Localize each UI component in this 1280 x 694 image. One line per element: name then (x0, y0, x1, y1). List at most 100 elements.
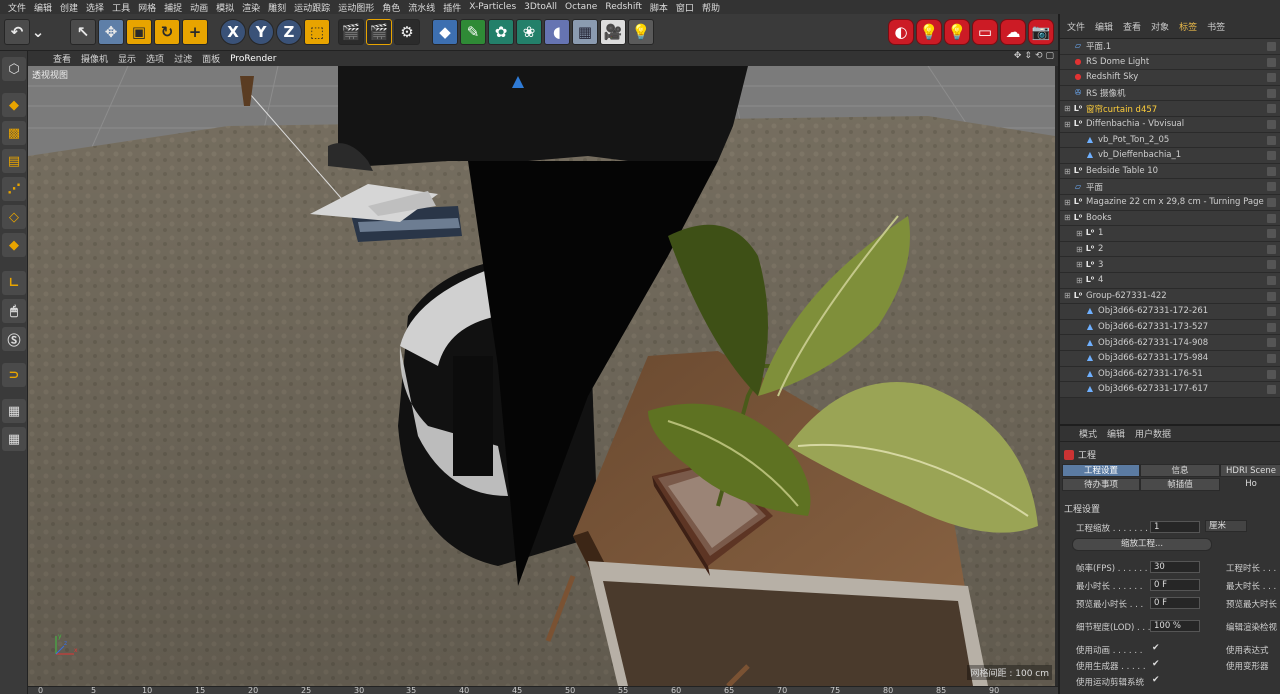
min-length-input[interactable]: 0 F (1150, 579, 1200, 591)
am-menu-edit[interactable]: 编辑 (1102, 427, 1130, 440)
object-name[interactable]: Obj3d66-627331-175-984 (1098, 353, 1208, 363)
expand-toggle-icon[interactable]: ⊞ (1064, 120, 1073, 129)
menu-redshift[interactable]: Redshift (601, 2, 646, 12)
project-scale-unit-select[interactable]: 厘米 (1205, 520, 1247, 532)
menu-character[interactable]: 角色 (378, 1, 404, 14)
object-name[interactable]: Obj3d66-627331-172-261 (1098, 306, 1208, 316)
om-menu-file[interactable]: 文件 (1062, 20, 1090, 33)
tab-frame-interpolation[interactable]: 帧插值 (1140, 478, 1220, 491)
polygons-mode-icon[interactable]: ◆ (2, 233, 26, 257)
object-row[interactable]: ⊞ L⁰ 窗帘curtain d457 (1060, 101, 1280, 117)
viewport-menu-view[interactable]: 查看 (48, 52, 76, 65)
cloner-icon[interactable]: ❀ (516, 19, 542, 45)
select-arrow-icon[interactable]: ↖ (70, 19, 96, 45)
object-name[interactable]: Obj3d66-627331-173-527 (1098, 322, 1208, 332)
expand-toggle-icon[interactable]: ⊞ (1076, 245, 1085, 254)
redshift-ies-light-icon[interactable]: 💡 (944, 19, 970, 45)
tab-hdri-scene[interactable]: HDRI Scene Ho (1220, 464, 1280, 489)
object-name[interactable]: RS Dome Light (1086, 57, 1149, 67)
expand-toggle-icon[interactable]: ⊞ (1064, 291, 1073, 300)
menu-select[interactable]: 选择 (82, 1, 108, 14)
visibility-toggle-icon[interactable] (1267, 229, 1276, 239)
cube-primitive-icon[interactable]: ◆ (432, 19, 458, 45)
visibility-toggle-icon[interactable] (1267, 322, 1276, 332)
visibility-toggle-icon[interactable] (1267, 276, 1276, 285)
visibility-toggle-icon[interactable] (1267, 354, 1276, 363)
menu-tools[interactable]: 工具 (108, 1, 134, 14)
viewport-menu-filter[interactable]: 过滤 (169, 52, 197, 65)
scale-project-button[interactable]: 缩放工程... (1072, 538, 1212, 551)
edges-mode-icon[interactable]: ◇ (2, 205, 26, 229)
object-row[interactable]: ⊞ L⁰ 1 (1060, 226, 1280, 242)
object-name[interactable]: 4 (1098, 275, 1103, 285)
object-row[interactable]: ✇ RS 摄像机 (1060, 85, 1280, 102)
render-to-picture-viewer-icon[interactable]: 🎬 (366, 19, 392, 45)
object-name[interactable]: vb_Pot_Ton_2_05 (1098, 135, 1169, 145)
am-menu-user-data[interactable]: 用户数据 (1130, 427, 1176, 440)
add-object-icon[interactable]: + (182, 19, 208, 45)
object-name[interactable]: Group-627331-422 (1086, 291, 1167, 301)
orbit-icon[interactable]: ⟲ (1035, 51, 1043, 61)
object-row[interactable]: ▲ Obj3d66-627331-174-908 (1060, 335, 1280, 351)
object-row[interactable]: ▲ vb_Pot_Ton_2_05 (1060, 132, 1280, 149)
lock-workplane-icon[interactable]: ▦ (2, 399, 26, 423)
object-row[interactable]: ⊞ L⁰ 2 (1060, 241, 1280, 258)
menu-render[interactable]: 渲染 (238, 1, 264, 14)
floor-icon[interactable]: ▦ (572, 19, 598, 45)
object-row[interactable]: ⊞ L⁰ 4 (1060, 273, 1280, 289)
viewport-menu-options[interactable]: 选项 (141, 52, 169, 65)
visibility-toggle-icon[interactable] (1267, 135, 1276, 145)
visibility-toggle-icon[interactable] (1267, 42, 1276, 51)
object-name[interactable]: Obj3d66-627331-174-908 (1098, 338, 1208, 348)
perspective-viewport[interactable]: 透视视图 x y z 网格间距 : 100 cm (28, 66, 1055, 686)
object-name[interactable]: 平面 (1086, 181, 1103, 193)
project-scale-input[interactable]: 1 (1150, 521, 1200, 533)
visibility-toggle-icon[interactable] (1267, 57, 1276, 67)
visibility-toggle-icon[interactable] (1267, 151, 1276, 161)
object-row[interactable]: ● RS Dome Light (1060, 54, 1280, 71)
menu-x-particles[interactable]: X-Particles (465, 2, 520, 12)
object-row[interactable]: ▱ 平面 (1060, 179, 1280, 195)
menu-mesh[interactable]: 网格 (134, 1, 160, 14)
lod-input[interactable]: 100 % (1150, 620, 1200, 632)
viewport-menu-panel[interactable]: 面板 (197, 52, 225, 65)
expand-toggle-icon[interactable]: ⊞ (1064, 167, 1073, 176)
om-menu-bookmarks[interactable]: 书签 (1202, 20, 1230, 33)
object-name[interactable]: 平面.1 (1086, 40, 1111, 52)
light-icon[interactable]: 💡 (628, 19, 654, 45)
object-row[interactable]: ⊞ L⁰ Books (1060, 210, 1280, 227)
undo-icon[interactable]: ↶ (4, 19, 30, 45)
menu-snap[interactable]: 捕捉 (160, 1, 186, 14)
menu-octane[interactable]: Octane (561, 2, 601, 12)
fps-input[interactable]: 30 (1150, 561, 1200, 573)
object-row[interactable]: ⊞ L⁰ Group-627331-422 (1060, 288, 1280, 305)
menu-3dtoall[interactable]: 3DtoAll (520, 2, 561, 12)
menu-window[interactable]: 窗口 (672, 1, 698, 14)
make-editable-icon[interactable]: ⬡ (2, 57, 26, 81)
menu-file[interactable]: 文件 (4, 1, 30, 14)
menu-help[interactable]: 帮助 (698, 1, 724, 14)
om-menu-view[interactable]: 查看 (1118, 20, 1146, 33)
redshift-dome-light-icon[interactable]: ☁ (1000, 19, 1026, 45)
workplane-icon[interactable]: ▤ (2, 149, 26, 173)
menu-script[interactable]: 脚本 (646, 1, 672, 14)
visibility-toggle-icon[interactable] (1267, 307, 1276, 317)
preview-min-input[interactable]: 0 F (1150, 597, 1200, 609)
visibility-toggle-icon[interactable] (1267, 291, 1276, 301)
pan-icon[interactable]: ✥ (1014, 51, 1022, 61)
object-row[interactable]: ▲ Obj3d66-627331-175-984 (1060, 351, 1280, 367)
subdivision-surface-icon[interactable]: ✿ (488, 19, 514, 45)
visibility-toggle-icon[interactable] (1267, 385, 1276, 395)
object-row[interactable]: ⊞ L⁰ Magazine 22 cm x 29,8 cm - Turning Pa… (1060, 195, 1280, 211)
visibility-toggle-icon[interactable] (1267, 104, 1276, 114)
object-row[interactable]: ● Redshift Sky (1060, 70, 1280, 86)
object-row[interactable]: ▲ Obj3d66-627331-173-527 (1060, 319, 1280, 336)
object-name[interactable]: RS 摄像机 (1086, 87, 1126, 99)
om-menu-edit[interactable]: 编辑 (1090, 20, 1118, 33)
menu-plugins[interactable]: 插件 (439, 1, 465, 14)
use-animation-checkbox[interactable]: ✔ (1152, 643, 1160, 653)
snap-icon[interactable]: Ⓢ (2, 327, 26, 351)
object-row[interactable]: ⊞ L⁰ 3 (1060, 257, 1280, 273)
visibility-toggle-icon[interactable] (1267, 166, 1276, 176)
menu-pipeline[interactable]: 流水线 (404, 1, 439, 14)
